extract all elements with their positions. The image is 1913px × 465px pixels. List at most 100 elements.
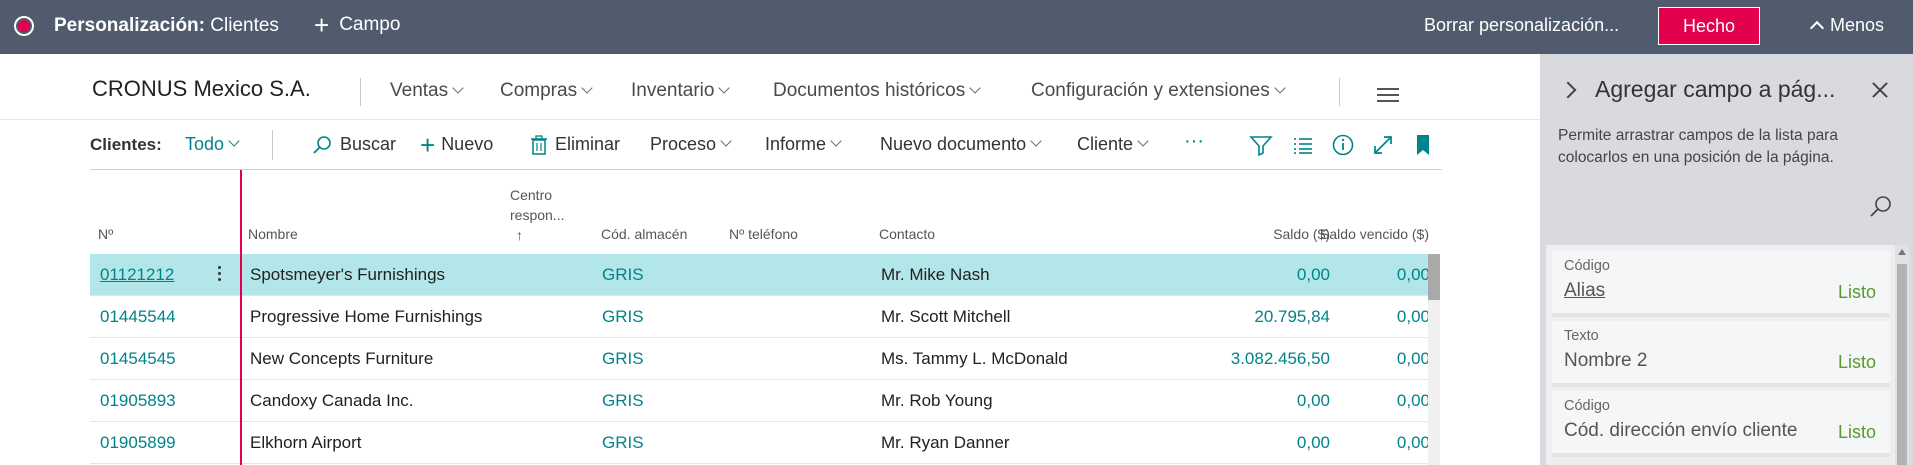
column-header-contacto[interactable]: Contacto bbox=[879, 226, 935, 242]
customer-no-link[interactable]: 01905893 bbox=[100, 391, 176, 411]
customer-no-link[interactable]: 01905899 bbox=[100, 433, 176, 453]
column-header-centro[interactable]: Centro respon... ↑ bbox=[510, 185, 564, 245]
nav-item-compras[interactable]: Compras bbox=[500, 80, 593, 102]
expand-icon[interactable] bbox=[1370, 132, 1396, 158]
column-header-saldo-vencido[interactable]: Saldo vencido ($) bbox=[1314, 226, 1429, 242]
action-bar: Clientes: Todo Buscar + Nuevo Eliminar P… bbox=[90, 120, 1442, 170]
balance[interactable]: 0,00 bbox=[1210, 391, 1330, 411]
field-card[interactable]: Código Cód. dirección envío cliente List… bbox=[1552, 391, 1890, 457]
location-code[interactable]: GRIS bbox=[602, 349, 644, 369]
customer-no-link[interactable]: 01454545 bbox=[100, 349, 176, 369]
balance[interactable]: 3.082.456,50 bbox=[1210, 349, 1330, 369]
clear-personalization-button[interactable]: Borrar personalización... bbox=[1424, 15, 1619, 36]
grid-scrollbar-thumb[interactable] bbox=[1428, 254, 1440, 300]
balance-due[interactable]: 0,00 bbox=[1340, 265, 1430, 285]
report-menu[interactable]: Informe bbox=[765, 134, 842, 155]
list-view-icon[interactable] bbox=[1290, 132, 1316, 158]
nav-item-documentos-historicos[interactable]: Documentos históricos bbox=[773, 80, 981, 102]
add-field-panel: Agregar campo a pág... Permite arrastrar… bbox=[1540, 54, 1913, 465]
chevron-down-icon bbox=[1274, 82, 1286, 94]
chevron-down-icon bbox=[969, 82, 981, 94]
contact[interactable]: Ms. Tammy L. McDonald bbox=[881, 349, 1068, 369]
done-button[interactable]: Hecho bbox=[1658, 7, 1760, 45]
location-code[interactable]: GRIS bbox=[602, 265, 644, 285]
more-actions-button[interactable]: ··· bbox=[1184, 130, 1204, 153]
field-name: Cód. dirección envío cliente bbox=[1564, 420, 1798, 441]
collapse-bar-button[interactable]: Menos bbox=[1809, 15, 1885, 36]
table-row[interactable]: 01121212 Spotsmeyer's Furnishings GRIS M… bbox=[90, 254, 1440, 296]
customer-name[interactable]: Spotsmeyer's Furnishings bbox=[250, 265, 445, 285]
balance-due[interactable]: 0,00 bbox=[1340, 433, 1430, 453]
contact[interactable]: Mr. Mike Nash bbox=[881, 265, 990, 285]
customer-menu[interactable]: Cliente bbox=[1077, 134, 1149, 155]
row-actions-icon[interactable] bbox=[218, 264, 222, 286]
plus-icon: + bbox=[420, 129, 436, 160]
view-filter-dropdown[interactable]: Todo bbox=[185, 134, 240, 155]
info-icon[interactable] bbox=[1330, 132, 1356, 158]
table-row[interactable]: 01445544 Progressive Home Furnishings GR… bbox=[90, 296, 1440, 338]
nav-item-label: Compras bbox=[500, 80, 578, 101]
process-menu[interactable]: Proceso bbox=[650, 134, 732, 155]
balance[interactable]: 0,00 bbox=[1210, 433, 1330, 453]
contact[interactable]: Mr. Rob Young bbox=[881, 391, 993, 411]
close-icon[interactable] bbox=[1870, 80, 1890, 100]
chevron-down-icon bbox=[581, 82, 593, 94]
customer-name[interactable]: New Concepts Furniture bbox=[250, 349, 433, 369]
contact[interactable]: Mr. Scott Mitchell bbox=[881, 307, 1010, 327]
company-name[interactable]: CRONUS Mexico S.A. bbox=[92, 76, 311, 102]
balance-due[interactable]: 0,00 bbox=[1340, 391, 1430, 411]
personalization-title: Personalización: Clientes bbox=[54, 15, 279, 37]
table-row[interactable]: 01454545 New Concepts Furniture GRIS Ms.… bbox=[90, 338, 1440, 380]
field-card[interactable]: Texto Nombre 2 Listo bbox=[1552, 321, 1890, 387]
chevron-right-icon[interactable] bbox=[1559, 81, 1577, 99]
scroll-up-icon[interactable] bbox=[1898, 249, 1906, 255]
customer-no-link[interactable]: 01121212 bbox=[100, 265, 174, 285]
nav-item-label: Configuración y extensiones bbox=[1031, 80, 1270, 101]
search-button[interactable]: Buscar bbox=[312, 134, 396, 155]
action-divider bbox=[272, 130, 273, 160]
column-header-nombre[interactable]: Nombre bbox=[248, 226, 298, 242]
column-header-telefono[interactable]: Nº teléfono bbox=[729, 226, 798, 242]
contact[interactable]: Mr. Ryan Danner bbox=[881, 433, 1010, 453]
nav-item-ventas[interactable]: Ventas bbox=[390, 80, 464, 102]
column-header-almacen[interactable]: Cód. almacén bbox=[601, 226, 687, 242]
location-code[interactable]: GRIS bbox=[602, 433, 644, 453]
balance-due[interactable]: 0,00 bbox=[1340, 349, 1430, 369]
balance[interactable]: 0,00 bbox=[1210, 265, 1330, 285]
field-status: Listo bbox=[1837, 282, 1876, 302]
app-window: Personalización: Clientes + Campo Borrar… bbox=[0, 0, 1913, 465]
customer-name[interactable]: Progressive Home Furnishings bbox=[250, 307, 482, 327]
nav-item-inventario[interactable]: Inventario bbox=[631, 80, 731, 102]
location-code[interactable]: GRIS bbox=[602, 307, 644, 327]
add-field-button[interactable]: + Campo bbox=[314, 12, 401, 38]
view-filter-label: Todo bbox=[185, 134, 225, 154]
new-button[interactable]: + Nuevo bbox=[420, 129, 494, 160]
personalization-bar: Personalización: Clientes + Campo Borrar… bbox=[0, 0, 1913, 54]
column-header-centro-line1: Centro bbox=[510, 187, 553, 203]
balance[interactable]: 20.795,84 bbox=[1210, 307, 1330, 327]
new-document-menu[interactable]: Nuevo documento bbox=[880, 134, 1042, 155]
customer-list-grid: Nº Nombre Centro respon... ↑ Cód. almacé… bbox=[90, 170, 1442, 465]
new-label: Nuevo bbox=[441, 134, 494, 154]
collapse-bar-label: Menos bbox=[1830, 15, 1885, 35]
field-card[interactable]: Código Alias Listo bbox=[1552, 251, 1890, 317]
personalization-page: Clientes bbox=[205, 15, 279, 36]
table-row[interactable]: 01905893 Candoxy Canada Inc. GRIS Mr. Ro… bbox=[90, 380, 1440, 422]
bookmark-icon[interactable] bbox=[1410, 132, 1436, 158]
balance-due[interactable]: 0,00 bbox=[1340, 307, 1430, 327]
customer-name[interactable]: Candoxy Canada Inc. bbox=[250, 391, 414, 411]
hamburger-menu-icon[interactable] bbox=[1377, 88, 1399, 102]
sort-ascending-icon: ↑ bbox=[516, 227, 523, 243]
customer-no-link[interactable]: 01445544 bbox=[100, 307, 176, 327]
table-row[interactable]: 01905899 Elkhorn Airport GRIS Mr. Ryan D… bbox=[90, 422, 1440, 464]
customer-name[interactable]: Elkhorn Airport bbox=[250, 433, 362, 453]
nav-item-configuracion[interactable]: Configuración y extensiones bbox=[1031, 80, 1286, 102]
field-list: Código Alias Listo Texto Nombre 2 Listo … bbox=[1546, 245, 1896, 465]
filter-icon[interactable] bbox=[1248, 132, 1274, 158]
column-header-no[interactable]: Nº bbox=[98, 226, 113, 242]
panel-scrollbar-thumb[interactable] bbox=[1897, 264, 1907, 465]
delete-button[interactable]: Eliminar bbox=[531, 134, 620, 155]
search-icon[interactable] bbox=[1868, 194, 1894, 220]
add-field-label: Campo bbox=[339, 14, 401, 35]
location-code[interactable]: GRIS bbox=[602, 391, 644, 411]
